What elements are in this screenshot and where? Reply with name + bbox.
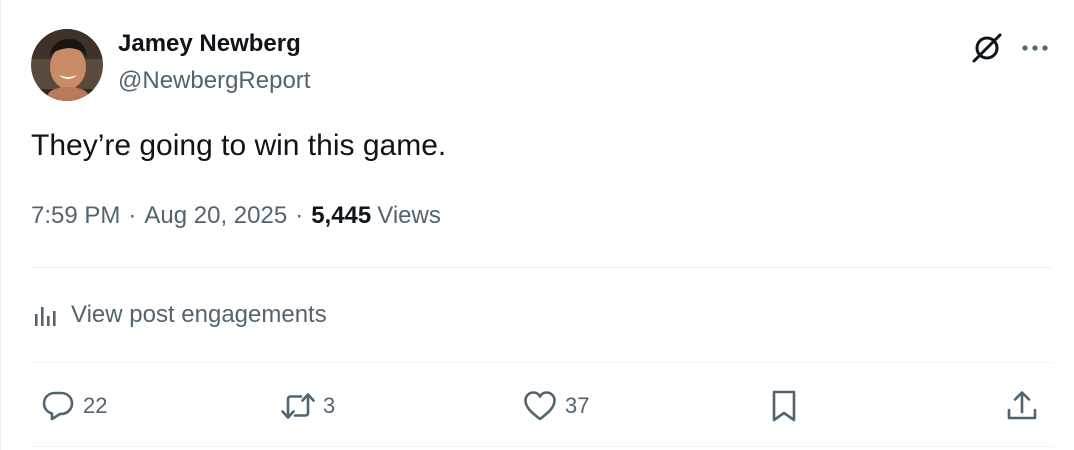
repost-count: 3 bbox=[323, 393, 336, 418]
heart-icon bbox=[521, 387, 559, 425]
view-engagements-link[interactable]: View post engagements bbox=[31, 298, 327, 332]
reply-icon bbox=[39, 387, 77, 425]
post-date[interactable]: Aug 20, 2025 bbox=[144, 202, 287, 230]
author-handle[interactable]: @NewbergReport bbox=[118, 67, 310, 95]
divider bbox=[31, 446, 1053, 447]
like-button[interactable]: 37 bbox=[521, 387, 589, 425]
repost-icon bbox=[279, 387, 317, 425]
bookmark-button[interactable] bbox=[765, 387, 803, 425]
separator: · bbox=[295, 202, 304, 229]
repost-button[interactable]: 3 bbox=[279, 387, 335, 425]
views-label: Views bbox=[377, 202, 441, 229]
share-icon bbox=[1003, 387, 1041, 425]
view-engagements-label: View post engagements bbox=[71, 301, 327, 328]
like-count: 37 bbox=[565, 393, 590, 418]
author-avatar[interactable] bbox=[31, 29, 103, 101]
bookmark-icon bbox=[765, 387, 803, 425]
reply-count: 22 bbox=[83, 393, 108, 418]
grok-icon[interactable] bbox=[969, 30, 1005, 66]
post-time[interactable]: 7:59 PM bbox=[31, 202, 120, 230]
more-icon[interactable] bbox=[1017, 30, 1053, 66]
post-metadata: 7:59 PM · Aug 20, 2025 · 5,445 Views bbox=[31, 202, 441, 230]
author-display-name[interactable]: Jamey Newberg bbox=[118, 30, 301, 58]
profile-photo-icon bbox=[31, 29, 103, 101]
views-count: 5,445 bbox=[311, 202, 372, 229]
post-text: They’re going to win this game. bbox=[31, 129, 447, 162]
reply-button[interactable]: 22 bbox=[39, 387, 107, 425]
separator: · bbox=[128, 202, 137, 229]
divider bbox=[31, 362, 1053, 363]
share-button[interactable] bbox=[1003, 387, 1041, 425]
divider bbox=[31, 267, 1053, 268]
analytics-icon bbox=[31, 300, 61, 330]
post-card: Jamey Newberg @NewbergReport They’re goi… bbox=[0, 0, 1074, 450]
